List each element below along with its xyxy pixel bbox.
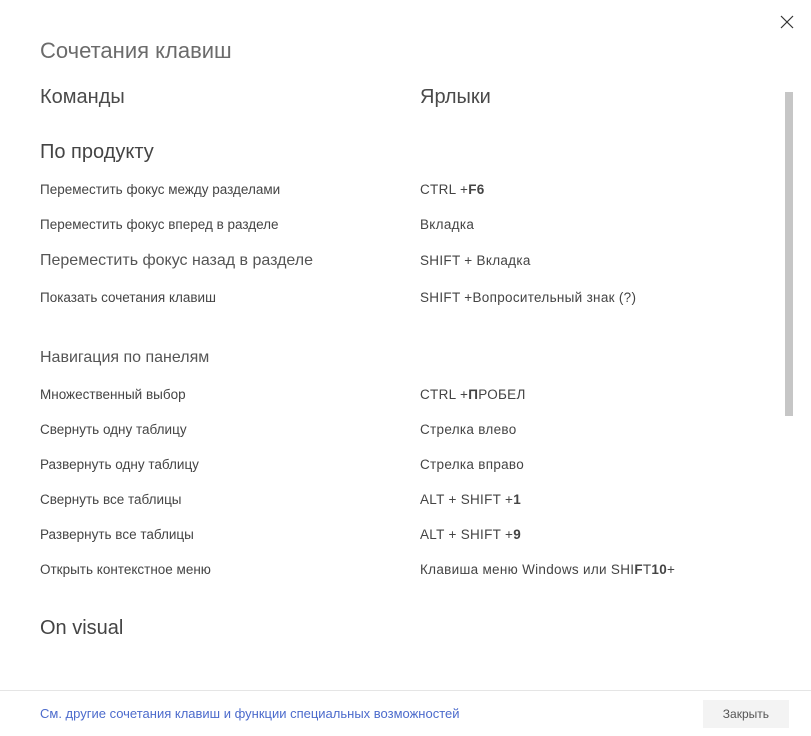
- footer: См. другие сочетания клавиш и функции сп…: [0, 690, 811, 736]
- shortcut-label: Вкладка: [420, 217, 474, 232]
- shortcut-label: SHIFT + Вкладка: [420, 253, 531, 268]
- shortcut-row: Свернуть все таблицы ALT + SHIFT +1: [40, 492, 751, 507]
- section-product: По продукту: [40, 137, 751, 164]
- close-button[interactable]: Закрыть: [703, 700, 789, 728]
- section-panels: Навигация по панелям: [40, 345, 751, 367]
- shortcut-label: CTRL +F6: [420, 182, 485, 197]
- shortcut-row: Множественный выбор CTRL +ПРОБЕЛ: [40, 387, 751, 402]
- shortcut-row: Переместить фокус между разделами CTRL +…: [40, 182, 751, 197]
- scrollbar-thumb[interactable]: [785, 92, 793, 416]
- command-label: Переместить фокус вперед в разделе: [40, 217, 420, 232]
- shortcut-label: CTRL +ПРОБЕЛ: [420, 387, 526, 402]
- header-row: Команды Ярлыки: [40, 86, 771, 109]
- shortcut-row: Развернуть все таблицы ALT + SHIFT +9: [40, 527, 751, 542]
- shortcut-label: SHIFT +Вопросительный знак (?): [420, 290, 636, 305]
- header-commands: Команды: [40, 86, 420, 109]
- close-icon[interactable]: [777, 12, 797, 32]
- shortcut-row: Свернуть одну таблицу Стрелка влево: [40, 422, 751, 437]
- scroll-area[interactable]: По продукту Переместить фокус между разд…: [40, 137, 771, 667]
- shortcuts-dialog: Сочетания клавиш Команды Ярлыки По проду…: [0, 0, 811, 736]
- shortcut-label: ALT + SHIFT +9: [420, 527, 521, 542]
- shortcut-label: ALT + SHIFT +1: [420, 492, 521, 507]
- dialog-title: Сочетания клавиш: [40, 0, 771, 86]
- shortcut-label: Стрелка вправо: [420, 457, 524, 472]
- section-cutoff: On visual: [40, 617, 751, 640]
- command-label: Развернуть все таблицы: [40, 527, 420, 542]
- shortcut-label: Клавиша меню Windows или SHIFT10+: [420, 562, 675, 577]
- command-label: Свернуть одну таблицу: [40, 422, 420, 437]
- command-label: Открыть контекстное меню: [40, 562, 420, 577]
- shortcut-label: Стрелка влево: [420, 422, 517, 437]
- command-label: Переместить фокус назад в разделе: [40, 252, 420, 270]
- shortcut-row: Показать сочетания клавиш SHIFT +Вопроси…: [40, 290, 751, 305]
- command-label: Переместить фокус между разделами: [40, 182, 420, 197]
- command-label: Свернуть все таблицы: [40, 492, 420, 507]
- shortcut-row: Переместить фокус вперед в разделе Вклад…: [40, 217, 751, 232]
- shortcut-row: Переместить фокус назад в разделе SHIFT …: [40, 252, 751, 270]
- command-label: Развернуть одну таблицу: [40, 457, 420, 472]
- header-shortcuts: Ярлыки: [420, 86, 771, 109]
- shortcut-row: Открыть контекстное меню Клавиша меню Wi…: [40, 562, 751, 577]
- command-label: Множественный выбор: [40, 387, 420, 402]
- command-label: Показать сочетания клавиш: [40, 290, 420, 305]
- shortcut-row: Развернуть одну таблицу Стрелка вправо: [40, 457, 751, 472]
- more-shortcuts-link[interactable]: См. другие сочетания клавиш и функции сп…: [40, 706, 460, 721]
